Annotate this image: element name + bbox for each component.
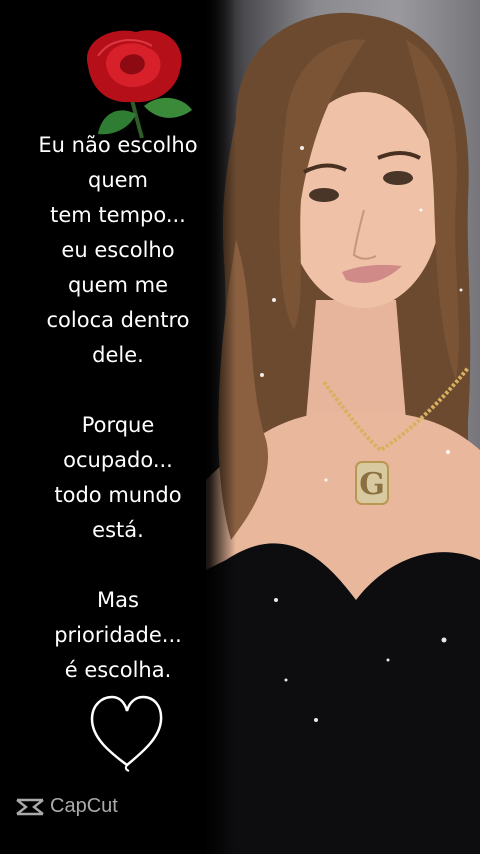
portrait-photo: G: [206, 0, 480, 854]
capcut-logo-icon: [16, 798, 44, 815]
quote-text: Eu não escolho quem tem tempo... eu esco…: [8, 128, 228, 688]
watermark: CapCut: [14, 795, 118, 818]
rose-icon: [86, 30, 192, 138]
quote-stanza-2: Porque ocupado... todo mundo está.: [54, 413, 182, 542]
svg-text:G: G: [359, 467, 385, 502]
watermark-text: CapCut: [50, 795, 118, 817]
quote-stanza-3: Mas prioridade... é escolha.: [54, 588, 182, 682]
quote-stanza-1: Eu não escolho quem tem tempo... eu esco…: [38, 133, 198, 367]
heart-icon: [90, 695, 163, 772]
